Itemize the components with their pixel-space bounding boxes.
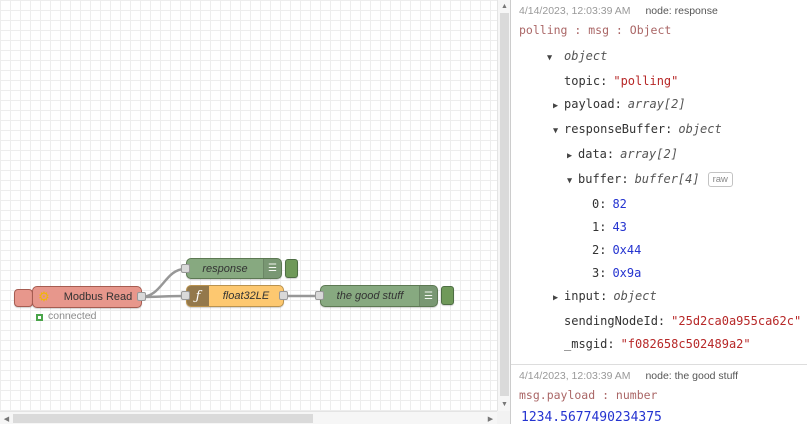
function-icon: ƒ <box>187 286 209 306</box>
tree-row[interactable]: ▼ responseBuffer: object <box>517 118 801 143</box>
function-node-label: float32LE <box>222 290 270 302</box>
input-port-good-stuff[interactable] <box>315 291 324 300</box>
debug-toggle-button-good-stuff[interactable] <box>441 286 454 305</box>
debug-list-icon: ☰ <box>263 259 281 278</box>
tree-row[interactable]: topic: "polling" <box>517 70 801 93</box>
debug-payload-value: 1234.5677490234375 <box>521 410 662 424</box>
debug-message: 4/14/2023, 12:03:39 AM node: response po… <box>511 0 807 364</box>
tree-row[interactable]: _msgid: "f082658c502489a2" <box>517 333 801 356</box>
function-node-float32le[interactable]: ƒ float32LE <box>186 285 284 307</box>
debug-msg-path: msg.payload : number <box>519 388 658 402</box>
raw-button[interactable]: raw <box>707 172 733 187</box>
tree-row[interactable]: 2: 0x44 <box>517 239 801 262</box>
debug-message: 4/14/2023, 12:03:39 AM node: the good st… <box>511 364 807 424</box>
tree-row[interactable]: ▶ data: array[2] <box>517 143 801 168</box>
scrollbar-corner <box>497 411 510 424</box>
canvas-vertical-scrollbar[interactable]: ▲ ▼ <box>497 0 510 411</box>
debug-node-response[interactable]: response ☰ <box>186 258 282 279</box>
scroll-right-icon[interactable]: ▶ <box>484 412 497 424</box>
tree-row[interactable]: 3: 0x9a <box>517 262 801 285</box>
vertical-scroll-thumb[interactable] <box>500 13 509 396</box>
chevron-right-icon[interactable]: ▶ <box>567 145 578 168</box>
wires <box>140 267 319 299</box>
debug-sidebar: 4/14/2023, 12:03:39 AM node: response po… <box>510 0 807 424</box>
debug-message-meta: 4/14/2023, 12:03:39 AM node: response <box>517 5 801 17</box>
chevron-right-icon[interactable]: ▶ <box>553 95 564 118</box>
modbus-read-node[interactable]: ⚙ Modbus Read <box>32 286 142 308</box>
tree-row[interactable]: ▼ buffer: buffer[4] raw <box>517 168 801 193</box>
node-status-icon <box>36 314 43 321</box>
scroll-left-icon[interactable]: ◀ <box>0 412 13 424</box>
debug-source-node: node: the good stuff <box>645 370 739 382</box>
modbus-node-label: Modbus Read <box>63 291 133 303</box>
tree-row[interactable]: 0: 82 <box>517 193 801 216</box>
tree-row[interactable]: ▼ object <box>517 45 801 70</box>
chevron-down-icon[interactable]: ▼ <box>567 170 578 193</box>
tree-row[interactable]: ▶ payload: array[2] <box>517 93 801 118</box>
output-port-modbus[interactable] <box>137 292 146 301</box>
horizontal-scroll-thumb[interactable] <box>13 414 313 423</box>
canvas-horizontal-scrollbar[interactable]: ◀ ▶ <box>0 411 497 424</box>
input-port-func[interactable] <box>181 291 190 300</box>
debug-list-icon: ☰ <box>419 286 437 306</box>
good-stuff-node-label: the good stuff <box>336 290 404 302</box>
debug-source-node: node: response <box>645 5 718 17</box>
debug-node-good-stuff[interactable]: the good stuff ☰ <box>320 285 438 307</box>
tree-row[interactable]: sendingNodeId: "25d2ca0a955ca62c" <box>517 310 801 333</box>
gear-icon: ⚙ <box>38 289 50 304</box>
debug-msg-path: polling : msg : Object <box>519 23 672 37</box>
node-red-window: ⚙ Modbus Read connected response ☰ ƒ flo… <box>0 0 807 424</box>
junction-node[interactable] <box>14 289 33 307</box>
debug-message-meta: 4/14/2023, 12:03:39 AM node: the good st… <box>517 370 801 382</box>
output-port-func[interactable] <box>279 291 288 300</box>
debug-timestamp: 4/14/2023, 12:03:39 AM <box>519 5 631 17</box>
wire-modbus-func[interactable] <box>140 294 186 299</box>
node-status-text: connected <box>48 310 97 322</box>
object-tree: ▼ object topic: "polling" ▶ payload: array[2… <box>517 45 801 356</box>
chevron-down-icon[interactable]: ▼ <box>553 120 564 143</box>
input-port-response[interactable] <box>181 264 190 273</box>
chevron-down-icon[interactable]: ▼ <box>547 47 558 70</box>
flow-canvas[interactable]: ⚙ Modbus Read connected response ☰ ƒ flo… <box>0 0 497 411</box>
wire-modbus-response[interactable] <box>140 267 186 299</box>
tree-row[interactable]: 1: 43 <box>517 216 801 239</box>
tree-row[interactable]: ▶ input: object <box>517 285 801 310</box>
debug-toggle-button-response[interactable] <box>285 259 298 278</box>
debug-timestamp: 4/14/2023, 12:03:39 AM <box>519 370 631 382</box>
chevron-right-icon[interactable]: ▶ <box>553 287 564 310</box>
response-node-label: response <box>202 262 248 275</box>
